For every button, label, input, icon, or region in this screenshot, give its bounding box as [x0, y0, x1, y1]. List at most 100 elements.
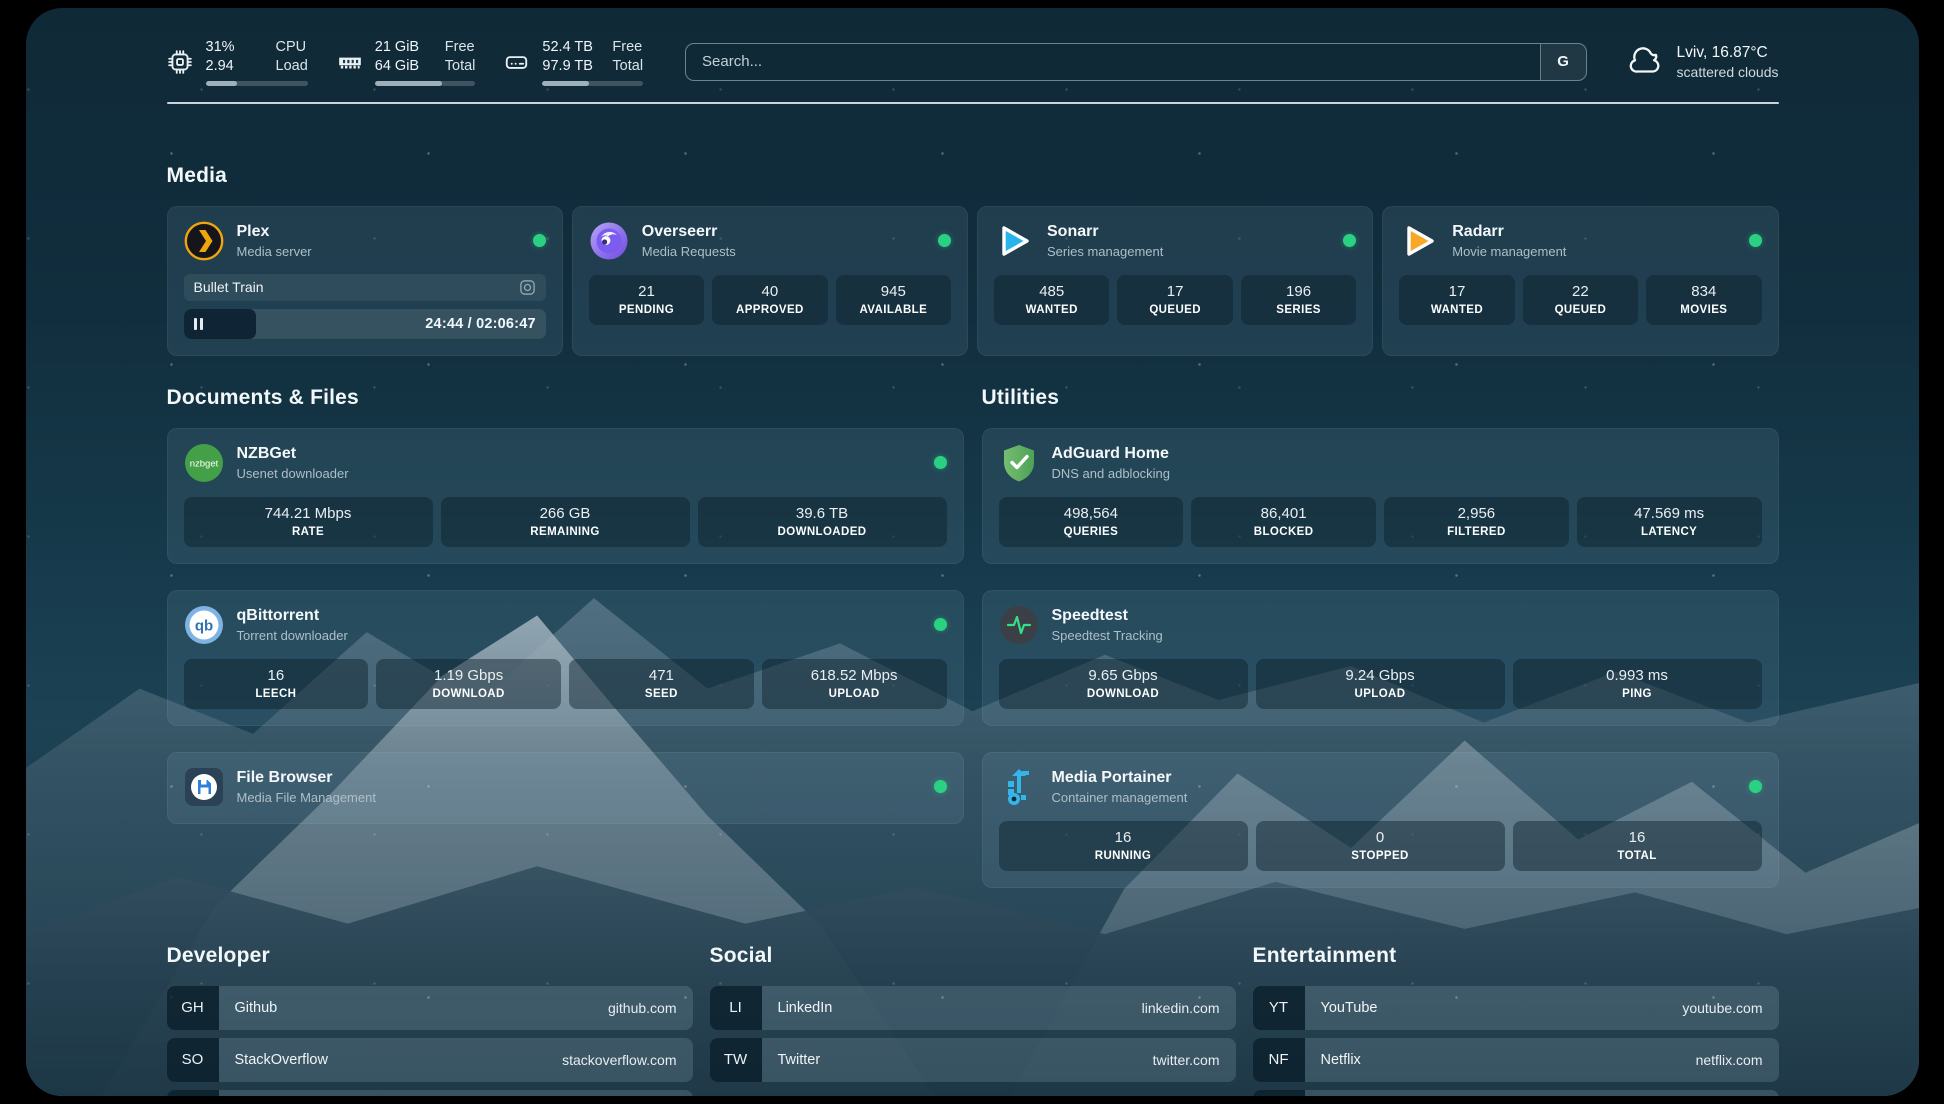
stat-tile: 618.52 MbpsUPLOAD — [762, 659, 947, 709]
app-subtitle: Media Requests — [642, 244, 736, 259]
app-card-plex[interactable]: Plex Media server Bullet Train — [167, 206, 563, 356]
speedtest-pulse-icon — [999, 605, 1039, 645]
status-badge — [1343, 234, 1356, 247]
cpu-load-label: Load — [276, 57, 308, 76]
search-bar[interactable]: G — [685, 43, 1587, 81]
bookmark-stackoverflow[interactable]: SO StackOverflowstackoverflow.com — [167, 1038, 693, 1082]
cpu-progress-bar — [206, 81, 308, 86]
stat-tile: 16LEECH — [184, 659, 369, 709]
svg-text:qb: qb — [194, 617, 212, 634]
bookmark-name: LinkedIn — [778, 1000, 833, 1016]
portainer-crane-icon — [999, 767, 1039, 807]
memory-free-label: Free — [445, 38, 476, 57]
section-title-media: Media — [167, 164, 1779, 188]
section-title-developer: Developer — [167, 944, 693, 968]
app-subtitle: Movie management — [1452, 244, 1566, 259]
app-card-nzbget[interactable]: nzbget NZBGet Usenet downloader 744.21 M… — [167, 428, 964, 564]
plex-icon — [184, 221, 224, 261]
disk-progress-fill — [542, 81, 588, 86]
disk-free-value: 52.4 TB — [542, 38, 594, 57]
bookmark-github[interactable]: GH Githubgithub.com — [167, 986, 693, 1030]
bookmark-abbr: DT — [167, 1090, 219, 1097]
disk-progress-bar — [542, 81, 643, 86]
stat-tile: 9.65 GbpsDOWNLOAD — [999, 659, 1248, 709]
playback-progress-bar[interactable]: 24:44 / 02:06:47 — [184, 309, 546, 339]
status-badge — [934, 618, 947, 631]
bookmark-twitter[interactable]: TW Twitter twitter.com — [710, 1038, 1236, 1082]
search-engine-button[interactable]: G — [1540, 44, 1586, 80]
app-name: Radarr — [1452, 223, 1566, 241]
bookmark-abbr: TW — [710, 1038, 762, 1082]
bookmark-url: youtube.com — [1682, 1000, 1762, 1016]
search-input[interactable] — [686, 44, 1540, 80]
app-card-radarr[interactable]: Radarr Movie management 17WANTED 22QUEUE… — [1382, 206, 1778, 356]
bookmark-url: netflix.com — [1696, 1052, 1763, 1068]
section-title-utilities: Utilities — [982, 386, 1779, 410]
app-name: File Browser — [237, 769, 376, 787]
status-badge — [934, 456, 947, 469]
cpu-percent: 31% — [206, 38, 258, 57]
app-card-overseerr[interactable]: Overseerr Media Requests 21PENDING 40APP… — [572, 206, 968, 356]
app-card-adguard-home[interactable]: AdGuard Home DNS and adblocking 498,564Q… — [982, 428, 1779, 564]
dashboard-window: 31% 2.94 CPU Load — [26, 8, 1919, 1096]
app-name: Sonarr — [1047, 223, 1163, 241]
app-subtitle: DNS and adblocking — [1052, 466, 1171, 481]
stat-tile: 471SEED — [569, 659, 754, 709]
bookmark-reddit[interactable]: RE Redditreddit.com — [1253, 1090, 1779, 1097]
app-name: NZBGet — [237, 445, 349, 463]
app-card-portainer[interactable]: Media Portainer Container management 16R… — [982, 752, 1779, 888]
bookmark-abbr: LI — [710, 986, 762, 1030]
file-browser-icon — [184, 767, 224, 807]
app-name: Plex — [237, 223, 312, 241]
bookmark-url: linkedin.com — [1142, 1000, 1220, 1016]
app-name: AdGuard Home — [1052, 445, 1171, 463]
memory-usage-widget: 21 GiB 64 GiB Free Total — [336, 38, 476, 86]
app-subtitle: Media File Management — [237, 790, 376, 805]
bookmark-name: Netflix — [1321, 1052, 1361, 1068]
stat-tile: 485WANTED — [994, 275, 1109, 325]
memory-total-label: Total — [445, 57, 476, 76]
stat-tile: 21PENDING — [589, 275, 704, 325]
app-name: Speedtest — [1052, 607, 1163, 625]
pause-button[interactable] — [194, 318, 203, 330]
bookmark-youtube[interactable]: YT YouTubeyoutube.com — [1253, 986, 1779, 1030]
bookmark-abbr: YT — [1253, 986, 1305, 1030]
app-card-speedtest[interactable]: Speedtest Speedtest Tracking 9.65 GbpsDO… — [982, 590, 1779, 726]
stat-tile: 498,564QUERIES — [999, 497, 1184, 547]
bookmark-name: Twitter — [778, 1052, 821, 1068]
stat-tile: 17QUEUED — [1117, 275, 1232, 325]
bookmark-abbr: GH — [167, 986, 219, 1030]
stat-tile: 86,401BLOCKED — [1191, 497, 1376, 547]
weather-location-temp: Lviv, 16.87°C — [1677, 44, 1779, 62]
app-subtitle: Series management — [1047, 244, 1163, 259]
section-title-documents: Documents & Files — [167, 386, 964, 410]
bookmark-url: twitter.com — [1153, 1052, 1220, 1068]
bookmark-netflix[interactable]: NF Netflixnetflix.com — [1253, 1038, 1779, 1082]
section-title-social: Social — [710, 944, 1236, 968]
weather-widget: Lviv, 16.87°C scattered clouds — [1627, 44, 1779, 80]
stat-tile: 2,956FILTERED — [1384, 497, 1569, 547]
stat-tile: 17WANTED — [1399, 275, 1514, 325]
app-card-file-browser[interactable]: File Browser Media File Management — [167, 752, 964, 824]
bookmark-name: Github — [235, 1000, 278, 1016]
status-badge — [934, 780, 947, 793]
cpu-chip-icon — [167, 49, 193, 75]
bookmark-url: stackoverflow.com — [562, 1052, 676, 1068]
app-card-qbittorrent[interactable]: qb qBittorrent Torrent downloader 16LEEC… — [167, 590, 964, 726]
now-playing-title: Bullet Train — [194, 279, 264, 295]
adguard-shield-icon — [999, 443, 1039, 483]
playback-time: 24:44 / 02:06:47 — [425, 316, 535, 332]
app-subtitle: Usenet downloader — [237, 466, 349, 481]
app-subtitle: Torrent downloader — [237, 628, 348, 643]
disk-usage-widget: 52.4 TB 97.9 TB Free Total — [503, 38, 643, 86]
stat-tile: 744.21 MbpsRATE — [184, 497, 433, 547]
weather-condition: scattered clouds — [1677, 64, 1779, 80]
cpu-label: CPU — [276, 38, 308, 57]
bookmark-group-entertainment: Entertainment YT YouTubeyoutube.com NF N… — [1253, 944, 1779, 1097]
bookmark-dev-to[interactable]: DT DEVdev.to — [167, 1090, 693, 1097]
status-badge — [938, 234, 951, 247]
bookmark-linkedin[interactable]: LI LinkedIn linkedin.com — [710, 986, 1236, 1030]
cpu-load-value: 2.94 — [206, 57, 258, 76]
app-card-sonarr[interactable]: Sonarr Series management 485WANTED 17QUE… — [977, 206, 1373, 356]
bookmark-group-social: Social LI LinkedIn linkedin.com TW Twitte… — [710, 944, 1236, 1097]
